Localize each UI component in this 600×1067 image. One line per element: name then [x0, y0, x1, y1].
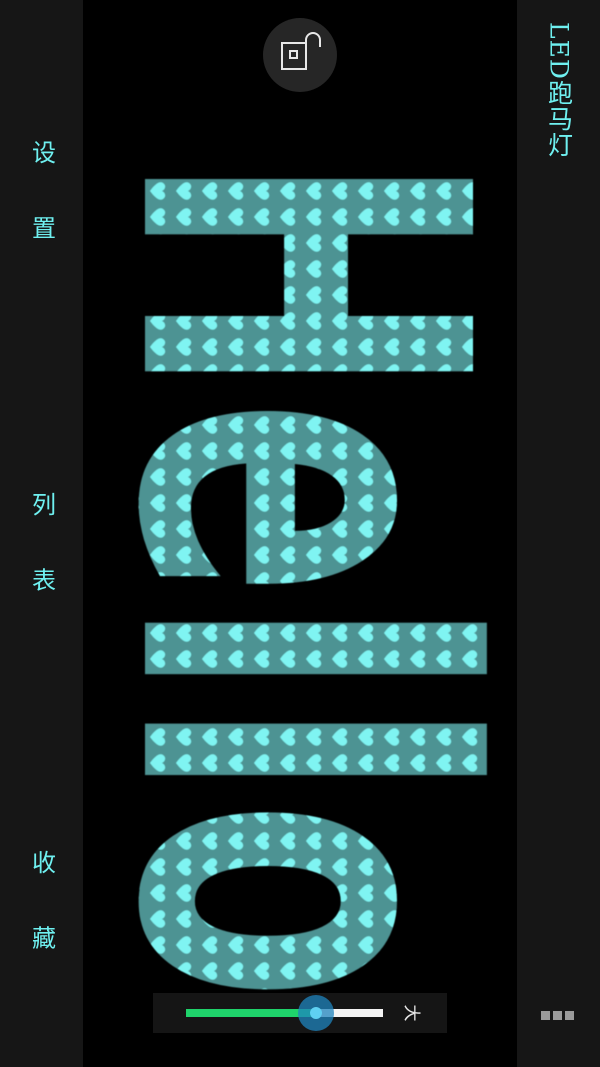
- app-title: LED跑马灯: [517, 22, 600, 158]
- marquee-text: Hello: [38, 152, 562, 1002]
- more-icon-dot: [553, 1011, 562, 1020]
- lock-open-icon: [281, 32, 321, 70]
- menu-list-button[interactable]: 列 表: [0, 492, 83, 614]
- app-title-text: LED跑马灯: [544, 22, 574, 158]
- more-icon: [541, 1011, 550, 1020]
- font-size-slider-fill: [186, 1009, 316, 1017]
- marquee-display: Hello: [38, 152, 562, 1002]
- menu-favorites-label: 收 藏: [27, 850, 56, 972]
- font-size-slider-panel: 大: [153, 993, 447, 1033]
- right-panel: [517, 0, 600, 1067]
- font-size-slider-thumb[interactable]: [298, 995, 334, 1031]
- more-button[interactable]: [541, 1011, 575, 1023]
- more-icon-dot: [565, 1011, 574, 1020]
- menu-favorites-button[interactable]: 收 藏: [0, 850, 83, 972]
- font-size-label: 大: [401, 1004, 421, 1022]
- menu-list-label: 列 表: [27, 492, 56, 614]
- led-marquee-screen: 设 置 列 表 收 藏 LED跑马灯 Hello 大: [0, 0, 600, 1067]
- font-size-slider-track[interactable]: [186, 995, 383, 1031]
- menu-settings-button[interactable]: 设 置: [0, 140, 83, 262]
- lock-button[interactable]: [263, 18, 337, 92]
- menu-settings-label: 设 置: [27, 140, 56, 262]
